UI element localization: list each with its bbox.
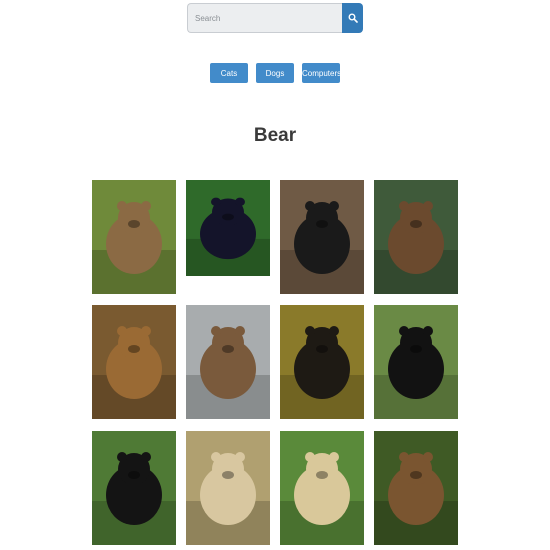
image-gallery xyxy=(0,0,550,550)
bear-image xyxy=(374,180,458,294)
bear-image xyxy=(92,431,176,545)
gallery-image-brown-bear-portrait[interactable] xyxy=(374,431,458,545)
bear-image xyxy=(374,431,458,545)
gallery-image-black-bears-meadow[interactable] xyxy=(374,305,458,419)
gallery-image-bear-face-closeup[interactable] xyxy=(92,305,176,419)
bear-image xyxy=(186,305,270,419)
bear-image xyxy=(186,431,270,545)
page: Cats Dogs Computers Bear xyxy=(0,0,550,550)
bear-image xyxy=(186,180,270,276)
bear-image xyxy=(280,431,364,545)
gallery-image-grizzly-in-water[interactable] xyxy=(374,180,458,294)
gallery-image-grizzly-with-cub[interactable] xyxy=(186,305,270,419)
bear-image xyxy=(280,180,364,294)
bear-image xyxy=(280,305,364,419)
gallery-image-black-bear-rocks[interactable] xyxy=(280,180,364,294)
bear-image xyxy=(92,180,176,294)
bear-image xyxy=(92,305,176,419)
gallery-image-spectacled-bear[interactable] xyxy=(280,305,364,419)
gallery-image-polar-bear-closeup[interactable] xyxy=(186,431,270,545)
gallery-image-brown-bear-standing-grass[interactable] xyxy=(92,180,176,294)
gallery-image-black-bear-forest[interactable] xyxy=(186,180,270,276)
gallery-image-polar-bear-on-log[interactable] xyxy=(280,431,364,545)
gallery-image-black-bear-hillside[interactable] xyxy=(92,431,176,545)
bear-image xyxy=(374,305,458,419)
